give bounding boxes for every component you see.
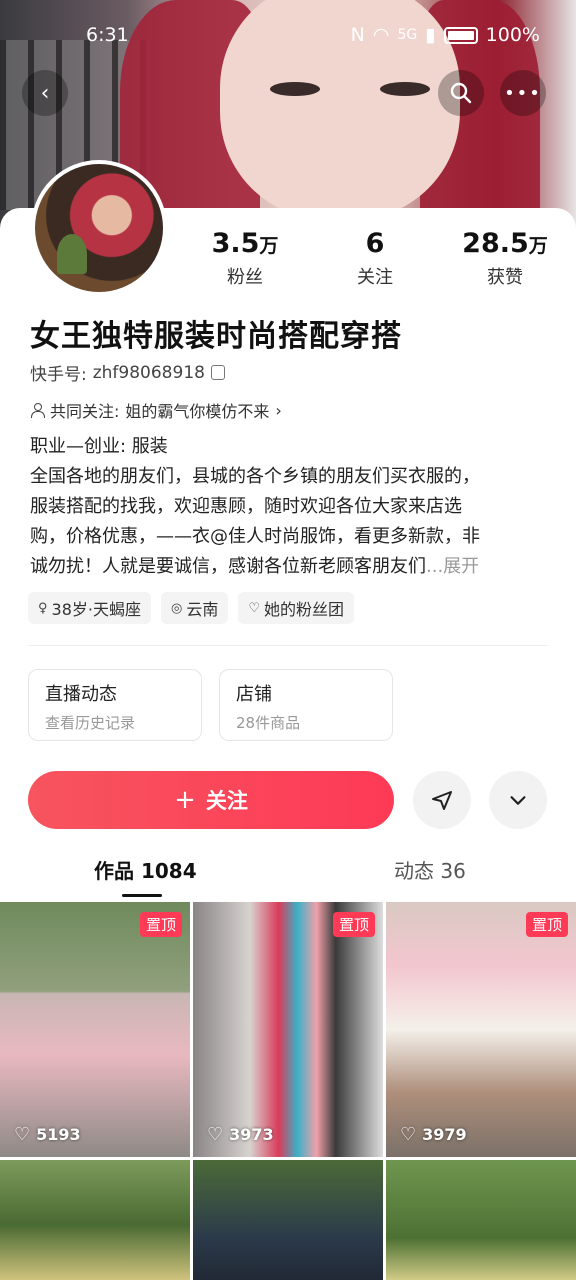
heart-icon: ♡ [207,1124,224,1145]
signal-icon: ▮ [425,24,436,46]
avatar-plant [57,234,87,274]
video-thumbnail[interactable]: 置顶 ♡ 3973 [193,902,383,1157]
bio-line: 职业—创业: 服装 [30,436,168,457]
expand-button[interactable] [489,771,547,829]
bio-line: 诚勿扰！人就是要诚信，感谢各位新老顾客朋友们...展开 [30,556,480,577]
mutual-name: 姐的霸气你模仿不来 [125,402,270,421]
bio-line: 全国各地的朋友们，县城的各个乡镇的朋友们买衣服的， [30,466,480,487]
kuaishou-id-label: 快手号: [30,365,87,385]
heart-icon: ♡ [400,1124,417,1145]
back-icon: ‹ [40,80,50,106]
video-thumbnail[interactable] [386,1160,576,1280]
bio-line: 购，价格优惠，——衣@佳人时尚服饰，看更多新款，非 [30,526,480,547]
stat-fans-label: 粉丝 [227,267,263,288]
battery-icon [443,26,478,44]
video-thumbnail[interactable]: 置顶 ♡ 3979 [386,902,576,1157]
wifi-icon: ◠ [372,24,390,46]
mutual-follow[interactable]: 共同关注: 姐的霸气你模仿不来 › [30,398,282,422]
shop-card[interactable]: 店铺 28件商品 [219,669,393,741]
person-icon [30,403,45,418]
divider [28,645,548,646]
pinned-badge: 置顶 [139,912,182,937]
pinned-badge: 置顶 [332,912,375,937]
tag-fan-group[interactable]: ♡ 她的粉丝团 [238,592,355,624]
video-thumbnail[interactable]: 置顶 ♡ 5193 [0,902,190,1157]
content-tabs: 作品 1084 动态 36 [0,855,576,899]
stat-following[interactable]: 6 关注 [320,228,430,289]
tag-location: ◎ 云南 [160,592,229,624]
chevron-down-icon [510,796,526,805]
battery-percent: 100% [485,24,540,46]
stat-following-label: 关注 [357,267,393,288]
profile-tags: ♀ 38岁·天蝎座 ◎ 云南 ♡ 她的粉丝团 [28,592,355,624]
tag-age: ♀ 38岁·天蝎座 [28,592,151,624]
copy-icon[interactable] [210,365,225,380]
tab-indicator [122,894,162,897]
more-button[interactable]: ••• [500,70,546,116]
tab-works[interactable]: 作品 1084 [94,855,197,884]
status-time: 6:31 [86,24,129,46]
more-icon: ••• [504,82,542,104]
gender-icon: ♀ [38,600,48,616]
mutual-label: 共同关注: [50,402,120,421]
cover-eye-left [270,82,320,96]
bio-line: 服装搭配的找我，欢迎惠顾，随时欢迎各位大家来店选 [30,496,462,517]
cover-eye-right [380,82,430,96]
nfc-icon: N [350,24,365,46]
like-count: ♡ 3979 [400,1124,467,1145]
chevron-right-icon: › [275,400,282,420]
share-button[interactable] [413,771,471,829]
location-icon: ◎ [170,600,183,616]
network-label: 5G [397,27,418,43]
video-grid: 置顶 ♡ 5193 置顶 ♡ 3973 置顶 ♡ 3979 [0,902,576,1280]
profile-bio: 职业—创业: 服装 全国各地的朋友们，县城的各个乡镇的朋友们买衣服的， 服装搭配… [30,432,550,582]
like-count: ♡ 3973 [207,1124,274,1145]
kuaishou-id[interactable]: 快手号: zhf98068918 [30,360,225,385]
stat-likes-value: 28.5万 [462,228,548,259]
tab-moments[interactable]: 动态 36 [394,855,466,884]
profile-name: 女王独特服装时尚搭配穿搭 [30,319,402,354]
video-thumbnail[interactable] [193,1160,383,1280]
live-history-card[interactable]: 直播动态 查看历史记录 [28,669,202,741]
send-icon [432,791,452,810]
avatar[interactable] [31,160,167,296]
search-button[interactable] [438,70,484,116]
profile-stats: 3.5万 粉丝 6 关注 28.5万 获赞 [190,228,560,289]
kuaishou-id-value: zhf98068918 [92,362,205,383]
stat-likes[interactable]: 28.5万 获赞 [450,228,560,289]
live-history-subtitle: 查看历史记录 [45,714,136,732]
live-history-title: 直播动态 [45,684,117,705]
shop-subtitle: 28件商品 [236,714,301,732]
stat-following-value: 6 [365,228,385,259]
status-bar: 6:31 N ◠ 5G ▮ 100% [0,22,576,52]
pinned-badge: 置顶 [525,912,568,937]
stat-fans-value: 3.5万 [211,228,279,259]
stat-likes-label: 获赞 [487,267,523,288]
plus-icon: + [174,785,196,815]
fan-group-icon: ♡ [248,600,260,616]
video-thumbnail[interactable] [0,1160,190,1280]
search-icon [450,82,472,104]
stat-fans[interactable]: 3.5万 粉丝 [190,228,300,289]
like-count: ♡ 5193 [14,1124,81,1145]
shop-title: 店铺 [236,684,272,705]
follow-button[interactable]: + 关注 [28,771,394,829]
status-icons: N ◠ 5G ▮ 100% [351,24,540,46]
bio-expand-link[interactable]: ...展开 [426,556,479,577]
heart-icon: ♡ [14,1124,31,1145]
follow-label: 关注 [205,789,248,813]
back-button[interactable]: ‹ [22,70,68,116]
